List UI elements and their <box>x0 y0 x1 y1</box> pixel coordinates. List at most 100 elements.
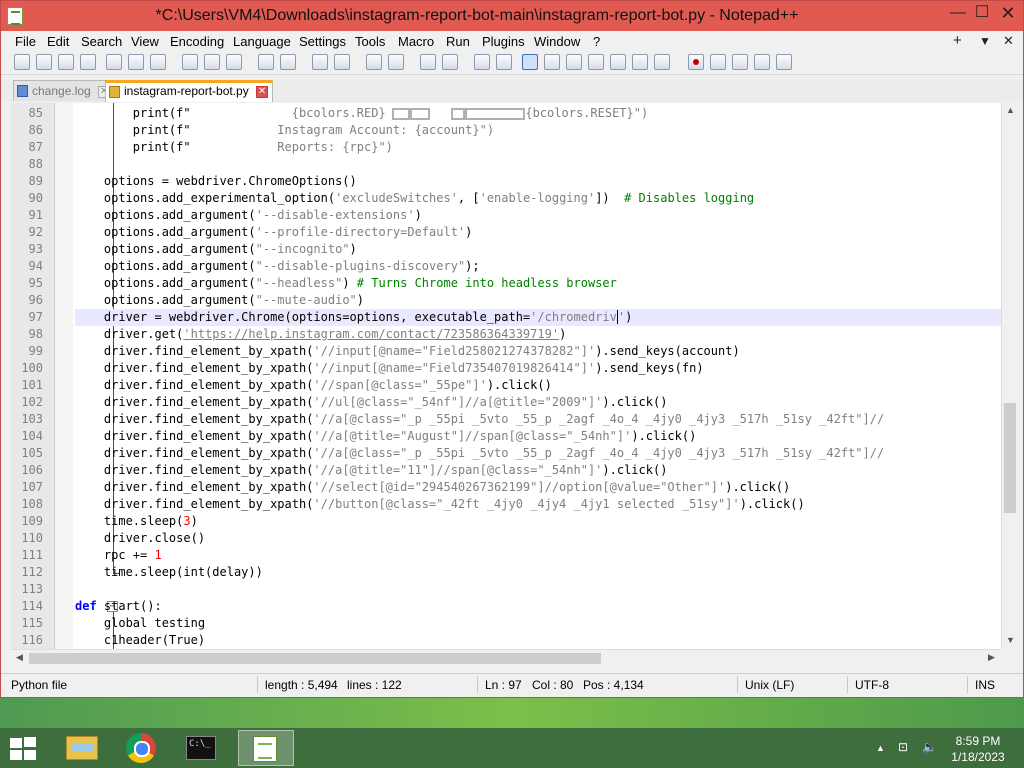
code-line-114: def start(): <box>75 599 162 613</box>
new-file-icon[interactable] <box>14 54 30 70</box>
copy-icon[interactable] <box>204 54 220 70</box>
line-number-gutter: 85 86 87 88 89 90 91 92 93 94 95 96 97 9… <box>11 103 55 649</box>
volume-icon[interactable]: 🔈 <box>922 740 937 754</box>
tab-change-log[interactable]: change.log ✕ <box>13 80 116 101</box>
line-number: 113 <box>21 582 43 596</box>
horizontal-scroll-thumb[interactable] <box>29 653 601 664</box>
undo-icon[interactable] <box>258 54 274 70</box>
line-number: 101 <box>21 378 43 392</box>
menu-macro[interactable]: Macro <box>398 34 434 49</box>
windows-start-icon[interactable] <box>10 737 38 761</box>
code-editor[interactable]: 85 86 87 88 89 90 91 92 93 94 95 96 97 9… <box>11 103 1001 649</box>
menu-tools[interactable]: Tools <box>355 34 385 49</box>
word-wrap-icon[interactable] <box>474 54 490 70</box>
clock-date[interactable]: 1/18/2023 <box>948 750 1008 764</box>
scroll-down-icon[interactable]: ▼ <box>1002 635 1019 645</box>
redo-icon[interactable] <box>280 54 296 70</box>
zoom-out-icon[interactable] <box>388 54 404 70</box>
paste-icon[interactable] <box>226 54 242 70</box>
tab-label: change.log <box>32 84 91 98</box>
line-number: 114 <box>21 599 43 613</box>
menu-encoding[interactable]: Encoding <box>170 34 224 49</box>
save-macro-icon[interactable] <box>776 54 792 70</box>
code-line-92: options.add_argument('--profile-director… <box>75 225 473 239</box>
menu-plugins[interactable]: Plugins <box>482 34 525 49</box>
line-number: 97 <box>28 310 43 324</box>
tab-instagram-report-bot[interactable]: instagram-report-bot.py ✕ <box>105 80 274 102</box>
fold-margin[interactable]: − <box>55 103 120 649</box>
menu-search[interactable]: Search <box>81 34 122 49</box>
menu-file[interactable]: File <box>15 34 36 49</box>
sync-vertical-icon[interactable] <box>420 54 436 70</box>
code-line-107: driver.find_element_by_xpath('//select[@… <box>75 480 791 494</box>
scroll-right-icon[interactable]: ▶ <box>983 652 1000 663</box>
folder-as-workspace-icon[interactable] <box>610 54 626 70</box>
find-icon[interactable] <box>312 54 328 70</box>
menu-language[interactable]: Language <box>233 34 291 49</box>
sync-horizontal-icon[interactable] <box>442 54 458 70</box>
record-macro-icon[interactable] <box>688 54 704 70</box>
horizontal-scrollbar[interactable]: ◀ ▶ <box>11 649 1001 666</box>
file-icon <box>17 85 28 97</box>
tab-close-icon[interactable]: ✕ <box>256 85 269 98</box>
notepadpp-window: *C:\Users\VM4\Downloads\instagram-report… <box>0 0 1024 698</box>
print-icon[interactable] <box>150 54 166 70</box>
tab-list-dropdown-icon[interactable]: ▼ <box>979 34 991 48</box>
chrome-icon[interactable] <box>116 730 168 766</box>
stop-recording-icon[interactable] <box>710 54 726 70</box>
scroll-up-icon[interactable]: ▲ <box>1002 105 1019 115</box>
code-line-93: options.add_argument("--incognito") <box>75 242 357 256</box>
line-number: 102 <box>21 395 43 409</box>
code-line-104: driver.find_element_by_xpath('//a[@title… <box>75 429 697 443</box>
eye-icon[interactable] <box>654 54 670 70</box>
open-file-icon[interactable] <box>36 54 52 70</box>
menu-help[interactable]: ? <box>593 34 600 49</box>
status-eol[interactable]: Unix (LF) <box>745 678 794 692</box>
close-all-icon[interactable] <box>128 54 144 70</box>
replace-icon[interactable] <box>334 54 350 70</box>
minimize-button[interactable]: — <box>945 1 971 27</box>
code-line-112: time.sleep(int(delay)) <box>75 565 263 579</box>
line-number: 103 <box>21 412 43 426</box>
menu-run[interactable]: Run <box>446 34 470 49</box>
monitoring-icon[interactable] <box>632 54 648 70</box>
document-map-icon[interactable] <box>566 54 582 70</box>
close-button[interactable]: ✕ <box>991 1 1024 27</box>
cut-icon[interactable] <box>182 54 198 70</box>
new-tab-plus-icon[interactable]: + <box>953 32 962 49</box>
close-document-icon[interactable]: ✕ <box>1003 33 1014 49</box>
title-bar[interactable]: *C:\Users\VM4\Downloads\instagram-report… <box>1 1 1023 31</box>
file-explorer-icon[interactable] <box>56 730 108 766</box>
window-title: *C:\Users\VM4\Downloads\instagram-report… <box>155 7 799 24</box>
run-macro-multiple-icon[interactable] <box>754 54 770 70</box>
user-language-icon[interactable] <box>544 54 560 70</box>
playback-macro-icon[interactable] <box>732 54 748 70</box>
status-lines: lines : 122 <box>347 678 402 692</box>
modified-file-icon <box>109 86 120 98</box>
save-icon[interactable] <box>58 54 74 70</box>
clock-time[interactable]: 8:59 PM <box>948 734 1008 748</box>
scroll-left-icon[interactable]: ◀ <box>11 652 28 663</box>
notepadpp-taskbar-icon[interactable] <box>238 730 294 766</box>
line-number: 96 <box>28 293 43 307</box>
menu-settings[interactable]: Settings <box>299 34 346 49</box>
status-length: length : 5,494 <box>265 678 338 692</box>
menu-window[interactable]: Window <box>534 34 580 49</box>
menu-view[interactable]: View <box>131 34 159 49</box>
vertical-scroll-thumb[interactable] <box>1004 403 1016 513</box>
menu-edit[interactable]: Edit <box>47 34 69 49</box>
code-line-99: driver.find_element_by_xpath('//input[@n… <box>75 344 740 358</box>
vertical-scrollbar[interactable]: ▲ ▼ <box>1001 103 1018 649</box>
close-file-icon[interactable] <box>106 54 122 70</box>
line-number: 108 <box>21 497 43 511</box>
show-hidden-icons-icon[interactable]: ▲ <box>876 743 885 753</box>
function-list-icon[interactable] <box>588 54 604 70</box>
zoom-in-icon[interactable] <box>366 54 382 70</box>
line-number: 88 <box>28 157 43 171</box>
save-all-icon[interactable] <box>80 54 96 70</box>
indent-guide-icon[interactable] <box>522 54 538 70</box>
command-prompt-icon[interactable]: C:\_ <box>176 730 228 766</box>
show-all-characters-icon[interactable] <box>496 54 512 70</box>
status-file-type: Python file <box>11 678 68 692</box>
network-icon[interactable]: ⊡ <box>898 740 908 754</box>
